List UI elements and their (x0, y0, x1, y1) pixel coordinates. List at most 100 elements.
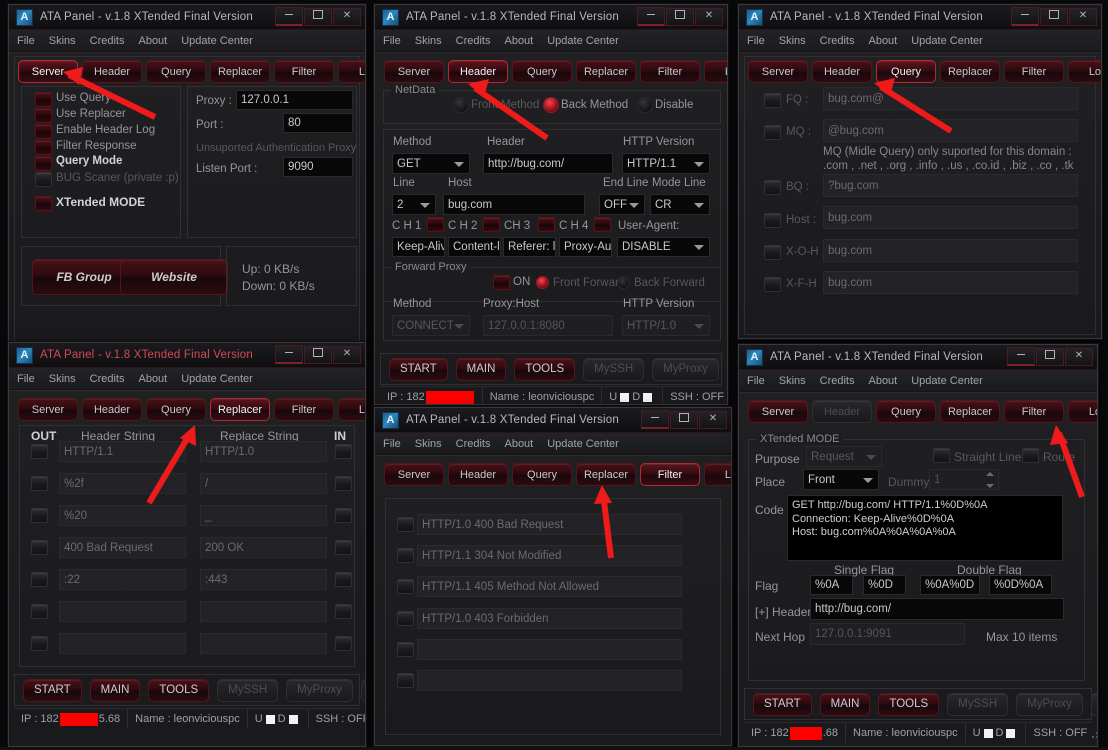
menu-about[interactable]: About (504, 35, 533, 47)
radio-back-forward[interactable] (617, 276, 630, 289)
checkbox-bug-scaner[interactable] (35, 172, 52, 187)
tab-header[interactable]: Header (82, 398, 142, 421)
mode-line-select[interactable]: CR (650, 194, 710, 215)
checkbox-filter-response[interactable] (35, 140, 52, 155)
checkbox-ch3[interactable] (538, 217, 555, 232)
filter-checkbox[interactable] (397, 611, 414, 626)
in-checkbox[interactable] (335, 636, 352, 651)
maximize-button[interactable] (666, 8, 694, 26)
replace-string-input[interactable] (200, 601, 327, 622)
tab-server[interactable]: Server (384, 463, 444, 486)
out-checkbox[interactable] (31, 444, 48, 459)
tab-query[interactable]: Query (876, 400, 936, 423)
menu-update-center[interactable]: Update Center (911, 35, 983, 47)
filter-checkbox[interactable] (397, 673, 414, 688)
titlebar[interactable]: A ATA Panel - v.1.8 XTended Final Versio… (375, 5, 727, 30)
menu-file[interactable]: File (747, 35, 765, 47)
filter-input[interactable] (417, 670, 682, 691)
menu-credits[interactable]: Credits (820, 375, 855, 387)
maximize-button[interactable] (1040, 8, 1068, 26)
tab-filter[interactable]: Filter (640, 463, 700, 486)
myproxy-button[interactable]: MyProxy (652, 358, 719, 381)
close-icon[interactable]: ✕ (695, 8, 723, 26)
menu-file[interactable]: File (17, 35, 35, 47)
menu-skins[interactable]: Skins (49, 35, 76, 47)
myproxy-button[interactable]: MyProxy (286, 679, 353, 702)
header-string-input[interactable]: %2f (59, 473, 186, 494)
minimize-button[interactable] (637, 7, 665, 26)
mq-input[interactable]: @bug.com (823, 119, 1078, 142)
dummy-stepper[interactable]: 1 (929, 469, 999, 490)
tab-server[interactable]: Server (748, 60, 808, 83)
out-checkbox[interactable] (31, 604, 48, 619)
header-input[interactable]: http://bug.com/ (483, 153, 613, 174)
myc-button[interactable]: MyC (1091, 693, 1098, 716)
header-string-input[interactable]: HTTP/1.1 (59, 441, 186, 462)
header-string-input[interactable] (59, 601, 186, 622)
menu-file[interactable]: File (383, 438, 401, 450)
menu-file[interactable]: File (747, 375, 765, 387)
filter-input[interactable]: HTTP/1.0 400 Bad Request (417, 514, 682, 535)
tab-filter[interactable]: Filter (1004, 60, 1064, 83)
replace-string-input[interactable]: / (200, 473, 327, 494)
tab-header[interactable]: Header (812, 400, 872, 423)
tab-replacer[interactable]: Replacer (576, 60, 636, 83)
fp-proxy-host-input[interactable]: 127.0.0.1:8080 (483, 315, 613, 336)
menu-skins[interactable]: Skins (779, 375, 806, 387)
out-checkbox[interactable] (31, 572, 48, 587)
close-icon[interactable]: ✕ (333, 8, 361, 26)
minimize-button[interactable] (275, 345, 303, 364)
myc-button[interactable]: MyC (361, 679, 366, 702)
single-flag-2-input[interactable]: %0D (863, 575, 906, 595)
menu-update-center[interactable]: Update Center (547, 35, 619, 47)
window-replacer[interactable]: A ATA Panel - v.1.8 XTended Final Versio… (8, 342, 366, 747)
myssh-button[interactable]: MySSH (947, 693, 1008, 716)
tab-replacer[interactable]: Replacer (940, 60, 1000, 83)
window-xtend[interactable]: A ATA Panel - v.1.8 XTended Final Versio… (738, 344, 1098, 747)
filter-input[interactable] (417, 639, 682, 660)
filter-checkbox[interactable] (397, 517, 414, 532)
filter-input[interactable]: HTTP/1.0 403 Forbidden (417, 608, 682, 629)
tab-header[interactable]: Header (448, 463, 508, 486)
window-query[interactable]: A ATA Panel - v.1.8 XTended Final Versio… (738, 4, 1102, 339)
host-input[interactable]: bug.com (443, 194, 585, 215)
listen-port-input[interactable]: 9090 (283, 157, 353, 177)
filter-checkbox[interactable] (397, 548, 414, 563)
in-checkbox[interactable] (335, 572, 352, 587)
myc-button[interactable]: MyC (727, 358, 728, 381)
titlebar[interactable]: A ATA Panel - v.1.8 XTended Final Versio… (739, 345, 1097, 370)
window-header[interactable]: A ATA Panel - v.1.8 XTended Final Versio… (374, 4, 728, 405)
replace-string-input[interactable]: 200 OK (200, 537, 327, 558)
menu-about[interactable]: About (138, 35, 167, 47)
in-checkbox[interactable] (335, 540, 352, 555)
maximize-button[interactable] (1036, 348, 1064, 366)
menu-skins[interactable]: Skins (779, 35, 806, 47)
menu-update-center[interactable]: Update Center (547, 438, 619, 450)
checkbox-ch2[interactable] (483, 217, 500, 232)
checkbox-route[interactable] (1022, 448, 1039, 463)
next-hop-input[interactable]: 127.0.0.1:9091 (810, 623, 965, 645)
titlebar[interactable]: A ATA Panel - v.1.8 XTended Final Versio… (375, 408, 731, 433)
port-input[interactable]: 80 (283, 113, 353, 133)
filter-checkbox[interactable] (397, 579, 414, 594)
bq-input[interactable]: ?bug.com (823, 174, 1078, 197)
tab-query[interactable]: Query (146, 60, 206, 83)
in-checkbox[interactable] (335, 604, 352, 619)
ch3-input[interactable]: Referer: l (503, 237, 556, 257)
menu-credits[interactable]: Credits (456, 35, 491, 47)
start-button[interactable]: START (389, 358, 448, 381)
menu-update-center[interactable]: Update Center (181, 373, 253, 385)
checkbox-straight-line[interactable] (933, 448, 950, 463)
checkbox-enable-header-log[interactable] (35, 124, 52, 139)
tab-replacer[interactable]: Replacer (576, 463, 636, 486)
tab-replacer[interactable]: Replacer (210, 60, 270, 83)
http-version-select[interactable]: HTTP/1.1 (622, 153, 710, 174)
close-icon[interactable]: ✕ (1065, 348, 1093, 366)
menu-file[interactable]: File (383, 35, 401, 47)
replace-string-input[interactable] (200, 633, 327, 654)
code-textarea[interactable]: GET http://bug.com/ HTTP/1.1%0D%0A Conne… (787, 495, 1063, 561)
checkbox-ch1[interactable] (427, 217, 444, 232)
menu-skins[interactable]: Skins (415, 35, 442, 47)
menu-update-center[interactable]: Update Center (181, 35, 253, 47)
tools-button[interactable]: TOOLS (878, 693, 939, 716)
